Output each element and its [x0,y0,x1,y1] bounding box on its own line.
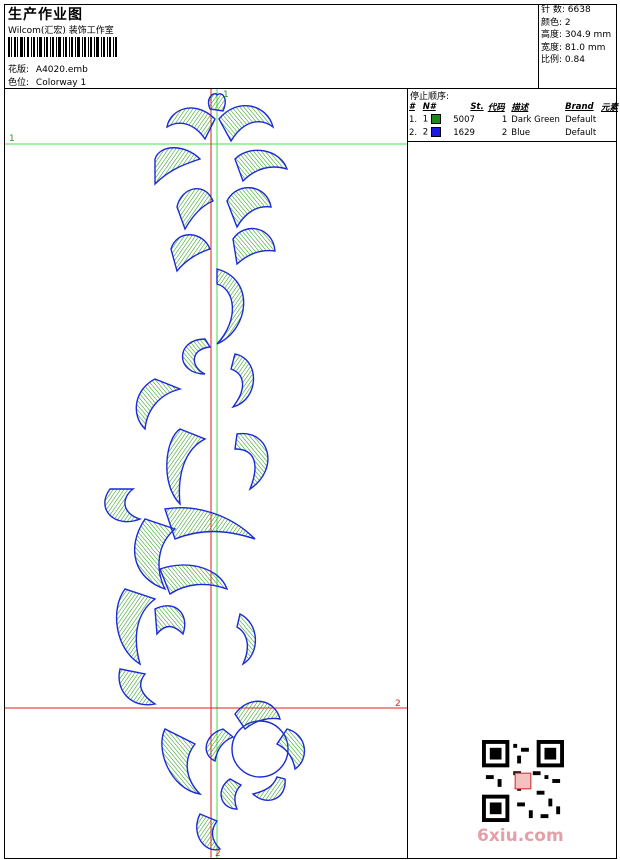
design-label: 花版: [8,65,30,75]
row-index: 2. [409,127,418,138]
row-stitch: 1629 [453,127,475,138]
col-needle: N# [422,101,436,112]
row-index: 1. [409,114,418,125]
stats-divider [538,4,539,89]
row-needle: 2 [421,126,452,139]
scale-label: 比例: [541,55,563,65]
col-element: 元素 [600,102,618,113]
row-brand: Default [565,114,597,125]
stop-table-divider [407,141,617,142]
barcode-image [8,37,117,57]
canvas-divider [407,88,408,859]
stitch-count-row: 针 数: 6638 [541,4,611,17]
color-count-row: 颜色: 2 [541,17,611,30]
width-value: 81.0 mm [564,42,606,53]
stitch-count-label: 针 数: [541,5,565,15]
colorway-value: Colorway 1 [35,78,87,88]
design-stats: 针 数: 6638 颜色: 2 高度: 304.9 mm 宽度: 81.0 mm… [541,4,611,67]
row-description: Blue [511,127,531,138]
height-label: 高度: [541,30,563,40]
table-row: 1. 1 5007 1 Dark Green Default [407,113,620,126]
color-swatch [430,114,441,125]
row-element [599,113,620,126]
col-index: # [409,101,415,112]
scale-value: 0.84 [564,55,585,65]
design-value: A4020.emb [35,65,88,75]
stitch-count-value: 6638 [567,5,591,15]
qr-code-image [482,740,564,822]
col-description: 描述 [511,102,529,113]
col-code: 代码 [487,102,505,113]
width-row: 宽度: 81.0 mm [541,42,611,55]
watermark-site: 6xiu.com [477,826,564,846]
height-row: 高度: 304.9 mm [541,29,611,42]
row-element [599,126,620,139]
color-count-value: 2 [564,17,571,28]
guide-marker-green: 1 [9,134,15,144]
company-name: Wilcom(汇宏) 装饰工作室 [8,26,114,36]
row-code: 1 [501,114,508,125]
row-stitch: 5007 [453,114,475,125]
embroidery-preview: 1 2 1 2 [5,89,407,858]
design-file-line: 花版: A4020.emb [8,62,88,75]
colorway-line: 色位: Colorway 1 [8,75,86,88]
stop-table-header: # N# St. 代码 描述 Brand 元素 [407,100,620,113]
scale-row: 比例: 0.84 [541,54,611,67]
stop-sequence-table: # N# St. 代码 描述 Brand 元素 1. 1 5007 1 Dark… [407,100,620,139]
height-value: 304.9 mm [564,30,612,40]
table-row: 2. 2 1629 2 Blue Default [407,126,620,139]
color-swatch [430,127,441,138]
guide-marker-bottom: 2 [215,849,221,858]
color-count-label: 颜色: [541,17,563,28]
col-stitch: St. [470,101,484,112]
guide-marker-red: 2 [395,699,401,709]
embroidery-motif [104,93,306,851]
row-needle: 1 [421,113,452,126]
sheet-title: 生产作业图 [8,7,83,23]
row-code: 2 [501,127,508,138]
width-label: 宽度: [541,42,563,53]
row-brand: Default [565,127,597,138]
row-description: Dark Green [511,114,560,125]
colorway-label: 色位: [8,78,30,88]
col-brand: Brand [565,101,594,112]
guide-marker-top: 1 [223,90,229,100]
